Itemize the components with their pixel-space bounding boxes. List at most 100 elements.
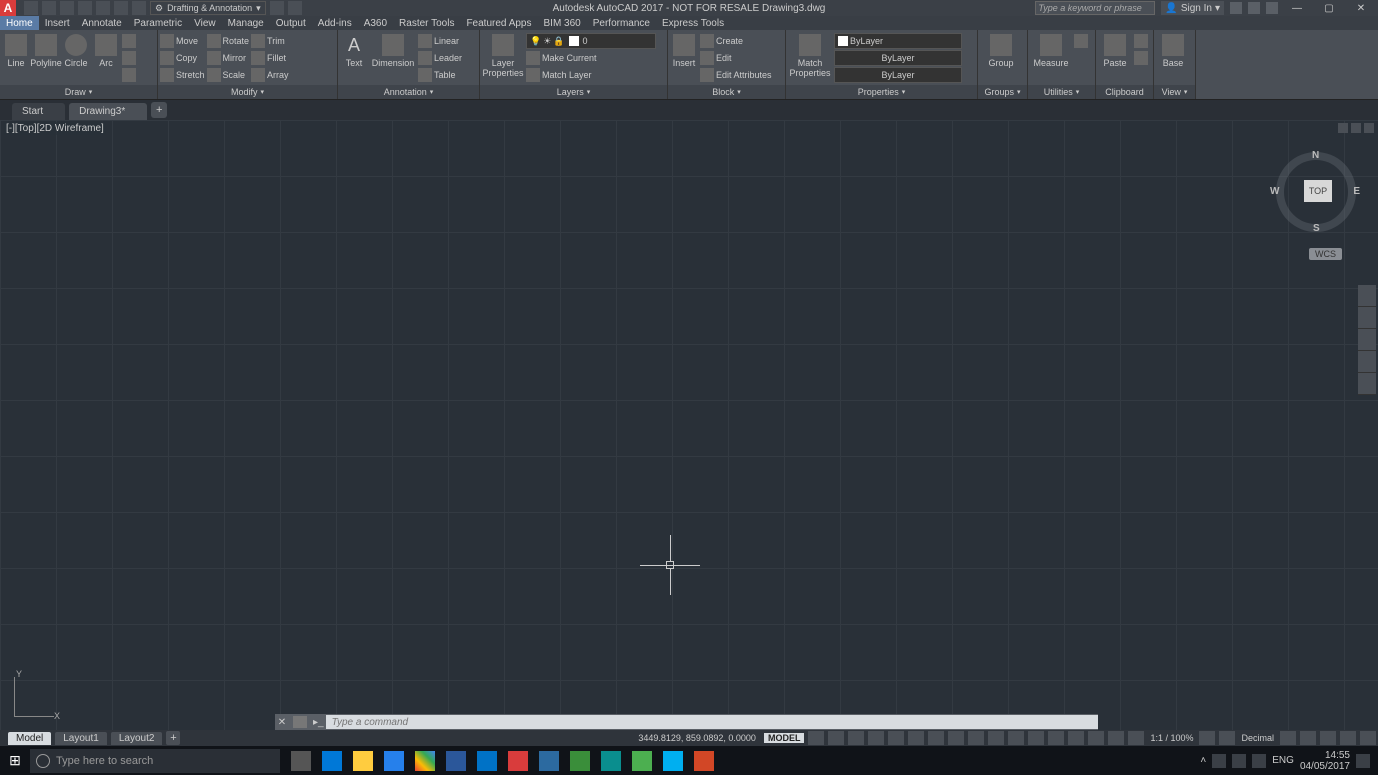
lwt-toggle-icon[interactable] [968, 731, 984, 745]
nav-zoom-icon[interactable] [1358, 329, 1376, 351]
tab-bim360[interactable]: BIM 360 [538, 16, 587, 30]
app-logo-icon[interactable]: A [0, 0, 16, 16]
exchange-icon[interactable] [1230, 2, 1242, 14]
text-button[interactable]: AText [340, 32, 368, 70]
match-properties-button[interactable]: Match Properties [788, 32, 832, 80]
vp-close-icon[interactable] [1364, 123, 1374, 133]
language-indicator[interactable]: ENG [1272, 755, 1294, 766]
osnap-toggle-icon[interactable] [908, 731, 924, 745]
taskview-button[interactable] [286, 748, 316, 774]
autocad-app[interactable] [503, 748, 533, 774]
selectionfilter-icon[interactable] [1068, 731, 1084, 745]
new-layout-button[interactable]: + [166, 731, 180, 745]
circle-button[interactable]: Circle [62, 32, 90, 70]
qat-open-icon[interactable] [42, 1, 56, 15]
isodraft-toggle-icon[interactable] [888, 731, 904, 745]
network-icon[interactable] [1232, 754, 1246, 768]
skype-app[interactable] [658, 748, 688, 774]
layouttab-model[interactable]: Model [8, 732, 51, 745]
otrack-toggle-icon[interactable] [948, 731, 964, 745]
snap-toggle-icon[interactable] [828, 731, 844, 745]
cmdline-close-icon[interactable]: ✕ [275, 717, 289, 728]
chrome-app[interactable] [410, 748, 440, 774]
powerpoint-app[interactable] [689, 748, 719, 774]
tab-home[interactable]: Home [0, 16, 39, 30]
new-filetab-button[interactable]: + [151, 102, 167, 118]
modelspace-toggle[interactable]: MODEL [764, 733, 805, 743]
array-button[interactable]: Array [251, 67, 289, 83]
leader-button[interactable]: Leader [418, 50, 462, 66]
vp-min-icon[interactable] [1338, 123, 1348, 133]
nav-showmotion-icon[interactable] [1358, 373, 1376, 395]
tab-rastertools[interactable]: Raster Tools [393, 16, 460, 30]
qat-undo-icon[interactable] [114, 1, 128, 15]
nav-pan-icon[interactable] [1358, 307, 1376, 329]
explorer-app[interactable] [348, 748, 378, 774]
clock[interactable]: 14:55 04/05/2017 [1300, 750, 1350, 772]
navisworks-app[interactable] [565, 748, 595, 774]
measure-button[interactable]: Measure [1030, 32, 1072, 70]
viewcube-top-face[interactable]: TOP [1304, 180, 1332, 202]
copy-button[interactable]: Copy [160, 50, 205, 66]
draw-extra3[interactable] [122, 67, 136, 83]
compass-s[interactable]: S [1313, 223, 1320, 234]
drawing-viewport[interactable]: [-][Top][2D Wireframe] [0, 120, 1378, 730]
qat-plot-icon[interactable] [96, 1, 110, 15]
coordinates-readout[interactable]: 3449.8129, 859.0892, 0.0000 [634, 733, 760, 743]
windows-search[interactable]: Type here to search [30, 749, 280, 773]
compass-w[interactable]: W [1270, 186, 1279, 197]
autoscale-icon[interactable] [1128, 731, 1144, 745]
qat-extra2-icon[interactable] [288, 1, 302, 15]
qat-saveas-icon[interactable] [78, 1, 92, 15]
units-readout[interactable]: Decimal [1239, 733, 1276, 743]
tab-a360[interactable]: A360 [358, 16, 393, 30]
polyline-button[interactable]: Polyline [32, 32, 60, 70]
filetab-start[interactable]: Start [12, 103, 65, 120]
volume-icon[interactable] [1252, 754, 1266, 768]
command-input[interactable] [326, 715, 1098, 729]
match-layer-button[interactable]: Match Layer [526, 67, 665, 83]
outlook-app[interactable] [472, 748, 502, 774]
base-button[interactable]: Base [1156, 32, 1190, 70]
isolate-objects-icon[interactable] [1320, 731, 1336, 745]
layer-properties-button[interactable]: Layer Properties [482, 32, 524, 80]
tab-performance[interactable]: Performance [587, 16, 656, 30]
paste-button[interactable]: Paste [1098, 32, 1132, 70]
action-center-icon[interactable] [1356, 754, 1370, 768]
layouttab-layout1[interactable]: Layout1 [55, 732, 107, 745]
customize-status-icon[interactable] [1360, 731, 1376, 745]
qat-save-icon[interactable] [60, 1, 74, 15]
stayconnected-icon[interactable] [1248, 2, 1260, 14]
camtasia-app[interactable] [627, 748, 657, 774]
tab-parametric[interactable]: Parametric [128, 16, 188, 30]
layouttab-layout2[interactable]: Layout2 [111, 732, 163, 745]
close-button[interactable]: ✕ [1348, 0, 1374, 16]
wcs-label[interactable]: WCS [1309, 248, 1342, 260]
tab-manage[interactable]: Manage [222, 16, 270, 30]
revit-app[interactable] [534, 748, 564, 774]
edge-app[interactable] [317, 748, 347, 774]
dimension-button[interactable]: Dimension [370, 32, 416, 70]
start-button[interactable]: ⊞ [0, 746, 30, 775]
annotation-scale[interactable]: 1:1 / 100% [1148, 733, 1195, 743]
fillet-button[interactable]: Fillet [251, 50, 289, 66]
3dosnap-toggle-icon[interactable] [928, 731, 944, 745]
3dsmax-app[interactable] [596, 748, 626, 774]
rotate-button[interactable]: Rotate [207, 33, 250, 49]
quickview-icon[interactable] [1280, 731, 1296, 745]
maximize-button[interactable]: ▢ [1316, 0, 1342, 16]
draw-extra2[interactable] [122, 50, 136, 66]
panel-title-layers[interactable]: Layers▾ [480, 85, 667, 99]
move-button[interactable]: Move [160, 33, 205, 49]
vp-max-icon[interactable] [1351, 123, 1361, 133]
nav-orbit-icon[interactable] [1358, 351, 1376, 373]
copy-clip-button[interactable] [1134, 50, 1148, 66]
panel-title-modify[interactable]: Modify▾ [158, 85, 337, 99]
viewport-label[interactable]: [-][Top][2D Wireframe] [4, 122, 106, 135]
draw-extra1[interactable] [122, 33, 136, 49]
gizmo-icon[interactable] [1088, 731, 1104, 745]
tab-addins[interactable]: Add-ins [312, 16, 358, 30]
selection-cycling-icon[interactable] [1008, 731, 1024, 745]
panel-title-annotation[interactable]: Annotation▾ [338, 85, 479, 99]
scale-button[interactable]: Scale [207, 67, 250, 83]
